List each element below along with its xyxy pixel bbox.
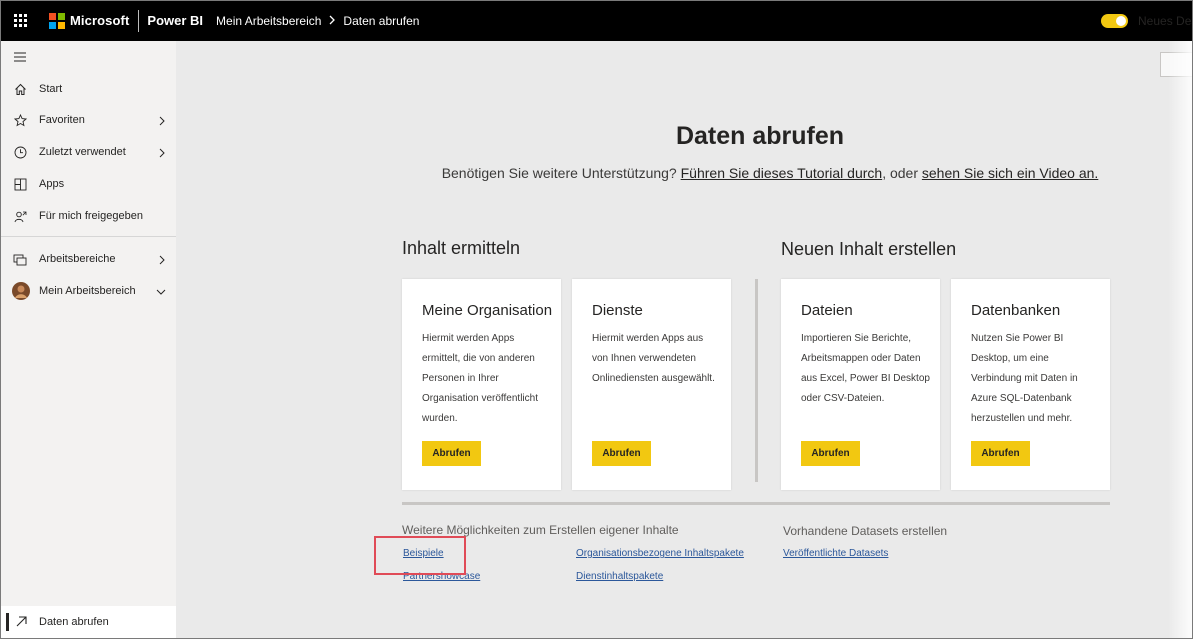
- sidebar-item-label: Apps: [39, 178, 65, 190]
- more-options-heading: Weitere Möglichkeiten zum Erstellen eige…: [402, 523, 679, 537]
- star-icon: [13, 113, 27, 127]
- sidebar-item-my-workspace[interactable]: Mein Arbeitsbereich: [1, 277, 176, 305]
- sidebar-item-recent[interactable]: Zuletzt verwendet: [1, 138, 176, 166]
- breadcrumb-current: Daten abrufen: [343, 13, 420, 28]
- datasets-heading: Vorhandene Datasets erstellen: [783, 524, 948, 538]
- app-launcher-button[interactable]: [0, 0, 41, 41]
- new-design-label: Neues Design: [1138, 14, 1193, 28]
- card-title: Dienste: [592, 302, 643, 319]
- subtitle-mid-text: , oder: [882, 165, 918, 181]
- breadcrumb-workspace[interactable]: Mein Arbeitsbereich: [216, 14, 321, 28]
- workspaces-icon: [13, 252, 27, 266]
- section-divider-horizontal: [402, 502, 1110, 505]
- create-heading: Neuen Inhalt erstellen: [781, 239, 957, 259]
- sidebar-item-label: Start: [39, 83, 63, 95]
- apps-icon: [13, 177, 27, 191]
- sidebar-divider: [1, 236, 176, 237]
- product-name[interactable]: Power BI: [147, 13, 203, 28]
- sidebar-item-label: Favoriten: [39, 114, 85, 126]
- video-link[interactable]: sehen Sie sich ein Video an.: [922, 165, 1098, 181]
- edge-fade: [1168, 41, 1193, 639]
- sidebar-item-label: Daten abrufen: [39, 616, 109, 628]
- card-description: Importieren Sie Berichte, Arbeitsmappen …: [801, 333, 930, 404]
- top-bar: Microsoft Power BI Mein Arbeitsbereich D…: [0, 0, 1193, 41]
- sidebar-item-label: Zuletzt verwendet: [39, 146, 126, 158]
- card-description: Nutzen Sie Power BI Desktop, um eine Ver…: [971, 333, 1078, 424]
- card-databases: Datenbanken Nutzen Sie Power BI Desktop,…: [951, 279, 1110, 490]
- chevron-right-icon: [158, 255, 166, 265]
- service-content-packs-link[interactable]: Dienstinhaltspakete: [576, 571, 663, 582]
- tutorial-link[interactable]: Führen Sie dieses Tutorial durch: [681, 165, 883, 181]
- chevron-right-icon: [158, 148, 166, 158]
- sidebar-item-start[interactable]: Start: [1, 75, 176, 103]
- section-divider-vertical: [755, 279, 758, 482]
- sidebar: Start Favoriten Zuletzt verwendet Apps F…: [1, 41, 176, 639]
- sidebar-item-workspaces[interactable]: Arbeitsbereiche: [1, 245, 176, 273]
- sidebar-item-label: Arbeitsbereiche: [39, 253, 116, 265]
- page-subtitle: Benötigen Sie weitere Unterstützung? Füh…: [360, 165, 1180, 181]
- breadcrumb-chevron-icon: [328, 14, 336, 28]
- clock-icon: [13, 145, 27, 159]
- published-datasets-link[interactable]: Veröffentlichte Datasets: [783, 548, 888, 559]
- sidebar-item-label: Für mich freigegeben: [39, 210, 143, 222]
- page-title: Daten abrufen: [675, 122, 845, 150]
- sidebar-item-favorites[interactable]: Favoriten: [1, 106, 176, 134]
- sidebar-item-label: Mein Arbeitsbereich: [39, 285, 136, 297]
- card-my-organization: Meine Organisation Hiermit werden Apps e…: [402, 279, 561, 490]
- highlight-annotation: [374, 536, 466, 575]
- sidebar-item-apps[interactable]: Apps: [1, 170, 176, 198]
- card-services: Dienste Hiermit werden Apps aus von Ihne…: [572, 279, 731, 490]
- card-title: Datenbanken: [971, 302, 1061, 319]
- chevron-right-icon: [158, 116, 166, 126]
- microsoft-logo[interactable]: Microsoft: [49, 12, 130, 29]
- chevron-down-icon: [156, 287, 166, 295]
- card-title: Dateien: [801, 302, 853, 319]
- brand-divider: [138, 9, 140, 32]
- new-design-toggle[interactable]: [1101, 14, 1128, 28]
- card-description: Hiermit werden Apps ermittelt, die von a…: [422, 333, 538, 424]
- microsoft-logo-icon: [49, 12, 65, 29]
- waffle-icon: [14, 14, 27, 27]
- discover-heading: Inhalt ermitteln: [402, 238, 521, 258]
- org-content-packs-link[interactable]: Organisationsbezogene Inhaltspakete: [576, 548, 744, 559]
- avatar: [12, 282, 30, 300]
- brand-name: Microsoft: [70, 13, 130, 28]
- get-button[interactable]: Abrufen: [801, 441, 860, 466]
- sidebar-item-shared[interactable]: Für mich freigegeben: [1, 202, 176, 230]
- sidebar-item-get-data[interactable]: Daten abrufen: [1, 606, 176, 639]
- shared-person-icon: [13, 209, 27, 223]
- toggle-knob: [1116, 16, 1126, 26]
- arrow-up-right-icon: [15, 615, 28, 633]
- nav-collapse-button[interactable]: [1, 43, 176, 71]
- card-title: Meine Organisation: [422, 302, 553, 319]
- home-icon: [13, 82, 27, 96]
- subtitle-text: Benötigen Sie weitere Unterstützung?: [441, 165, 677, 181]
- active-indicator: [6, 613, 9, 631]
- card-description: Hiermit werden Apps aus von Ihnen verwen…: [592, 333, 715, 384]
- get-button[interactable]: Abrufen: [592, 441, 651, 466]
- get-button[interactable]: Abrufen: [422, 441, 481, 466]
- card-files: Dateien Importieren Sie Berichte, Arbeit…: [781, 279, 940, 490]
- hamburger-icon: [13, 50, 27, 64]
- get-button[interactable]: Abrufen: [971, 441, 1030, 466]
